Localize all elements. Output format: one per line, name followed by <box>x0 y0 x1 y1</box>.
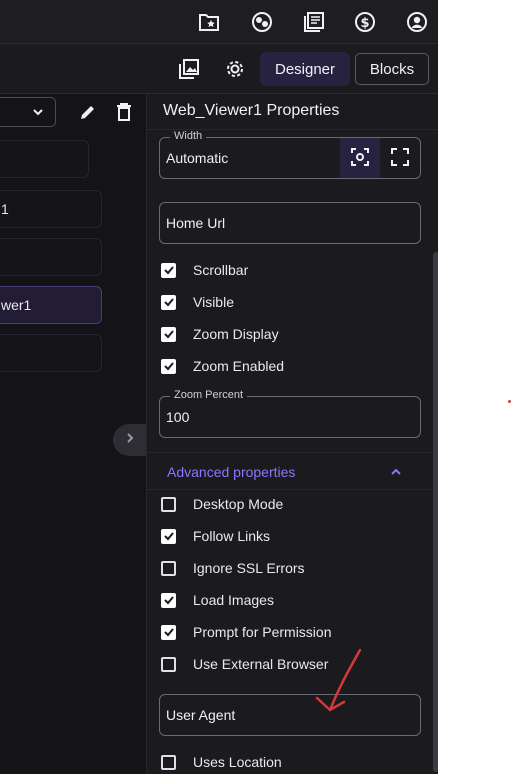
properties-scrollbar[interactable] <box>433 252 438 772</box>
component-row[interactable] <box>0 334 102 372</box>
zoom-percent-field[interactable]: Zoom Percent 100 <box>159 389 421 438</box>
advanced-properties-toggle[interactable]: Advanced properties <box>147 452 433 490</box>
dollar-icon[interactable]: $ <box>352 9 378 35</box>
annotation-arrow-icon <box>300 640 370 725</box>
checkbox-label: Uses Location <box>193 754 282 770</box>
checkbox-unchecked-icon <box>161 560 176 576</box>
checkbox-checked-icon <box>161 624 176 640</box>
width-value: Automatic <box>166 150 229 166</box>
chevron-up-icon <box>389 465 403 484</box>
checkbox-checked-icon <box>161 358 176 374</box>
svg-text:$: $ <box>360 16 369 31</box>
checkbox-unchecked-icon <box>161 754 176 770</box>
zoom-display-checkbox[interactable]: Zoom Display <box>161 324 279 344</box>
checkbox-label: Follow Links <box>193 528 271 544</box>
follow-links-checkbox[interactable]: Follow Links <box>161 526 270 546</box>
checkbox-label: Scrollbar <box>193 262 249 278</box>
checkbox-checked-icon <box>161 326 176 342</box>
checkbox-checked-icon <box>161 294 176 310</box>
ignore-ssl-errors-checkbox[interactable]: Ignore SSL Errors <box>161 558 305 578</box>
blocks-button[interactable]: Blocks <box>355 53 429 85</box>
chevron-right-icon <box>123 431 137 450</box>
trash-icon[interactable] <box>113 101 135 123</box>
focus-icon <box>350 147 370 170</box>
component-row[interactable] <box>0 238 102 276</box>
face-user-icon[interactable] <box>249 9 275 35</box>
user-agent-field[interactable]: User Agent <box>159 694 421 736</box>
component-label: wer1 <box>1 297 32 313</box>
width-field[interactable]: Width Automatic <box>159 130 421 179</box>
uses-location-checkbox[interactable]: Uses Location <box>161 752 282 772</box>
app-window: $ Designer Blocks 1 wer1 Web_Viewer1 Pro… <box>0 0 438 774</box>
component-row-selected[interactable]: wer1 <box>0 286 102 324</box>
top-toolbar: $ <box>0 0 438 44</box>
advanced-properties-label: Advanced properties <box>167 464 296 480</box>
checkbox-label: Zoom Enabled <box>193 358 285 374</box>
component-row[interactable] <box>0 140 89 178</box>
checkbox-unchecked-icon <box>161 656 176 672</box>
checkbox-label: Prompt for Permission <box>193 624 332 640</box>
checkbox-checked-icon <box>161 528 176 544</box>
width-legend: Width <box>170 130 207 142</box>
visible-checkbox[interactable]: Visible <box>161 292 234 312</box>
chevron-down-icon <box>31 105 45 124</box>
zoom-percent-value: 100 <box>166 409 190 425</box>
fit-content-button[interactable] <box>340 138 380 178</box>
fullscreen-icon <box>390 147 410 170</box>
gear-icon[interactable] <box>222 56 248 82</box>
checkbox-label: Desktop Mode <box>193 496 284 512</box>
designer-button[interactable]: Designer <box>260 52 350 86</box>
checkbox-label: Visible <box>193 294 234 310</box>
properties-title: Web_Viewer1 Properties <box>147 94 438 130</box>
scrollbar-checkbox[interactable]: Scrollbar <box>161 260 248 280</box>
home-url-field[interactable]: Home Url <box>159 202 421 244</box>
checkbox-checked-icon <box>161 262 176 278</box>
folder-star-icon[interactable] <box>196 9 222 35</box>
annotation-dot <box>508 400 511 403</box>
load-images-checkbox[interactable]: Load Images <box>161 590 274 610</box>
component-label: 1 <box>1 201 9 217</box>
desktop-mode-checkbox[interactable]: Desktop Mode <box>161 494 283 514</box>
checkbox-label: Zoom Display <box>193 326 279 342</box>
properties-panel: Web_Viewer1 Properties Width Automatic H… <box>146 94 438 774</box>
fill-parent-button[interactable] <box>380 138 420 178</box>
screen-dropdown[interactable] <box>0 97 56 127</box>
checkbox-unchecked-icon <box>161 496 176 512</box>
book-icon[interactable] <box>301 9 327 35</box>
zoom-enabled-checkbox[interactable]: Zoom Enabled <box>161 356 284 376</box>
checkbox-label: Ignore SSL Errors <box>193 560 305 576</box>
account-icon[interactable] <box>404 9 430 35</box>
components-panel: 1 wer1 <box>0 94 146 774</box>
gallery-icon[interactable] <box>176 56 202 82</box>
zoom-percent-legend: Zoom Percent <box>170 389 248 401</box>
component-row[interactable]: 1 <box>0 190 102 228</box>
checkbox-label: Load Images <box>193 592 274 608</box>
home-url-placeholder: Home Url <box>166 215 226 231</box>
pencil-icon[interactable] <box>77 101 99 123</box>
user-agent-placeholder: User Agent <box>166 707 236 723</box>
designer-toolbar: Designer Blocks <box>0 44 438 94</box>
checkbox-checked-icon <box>161 592 176 608</box>
prompt-for-permission-checkbox[interactable]: Prompt for Permission <box>161 622 331 642</box>
collapse-panel-button[interactable] <box>113 424 146 456</box>
